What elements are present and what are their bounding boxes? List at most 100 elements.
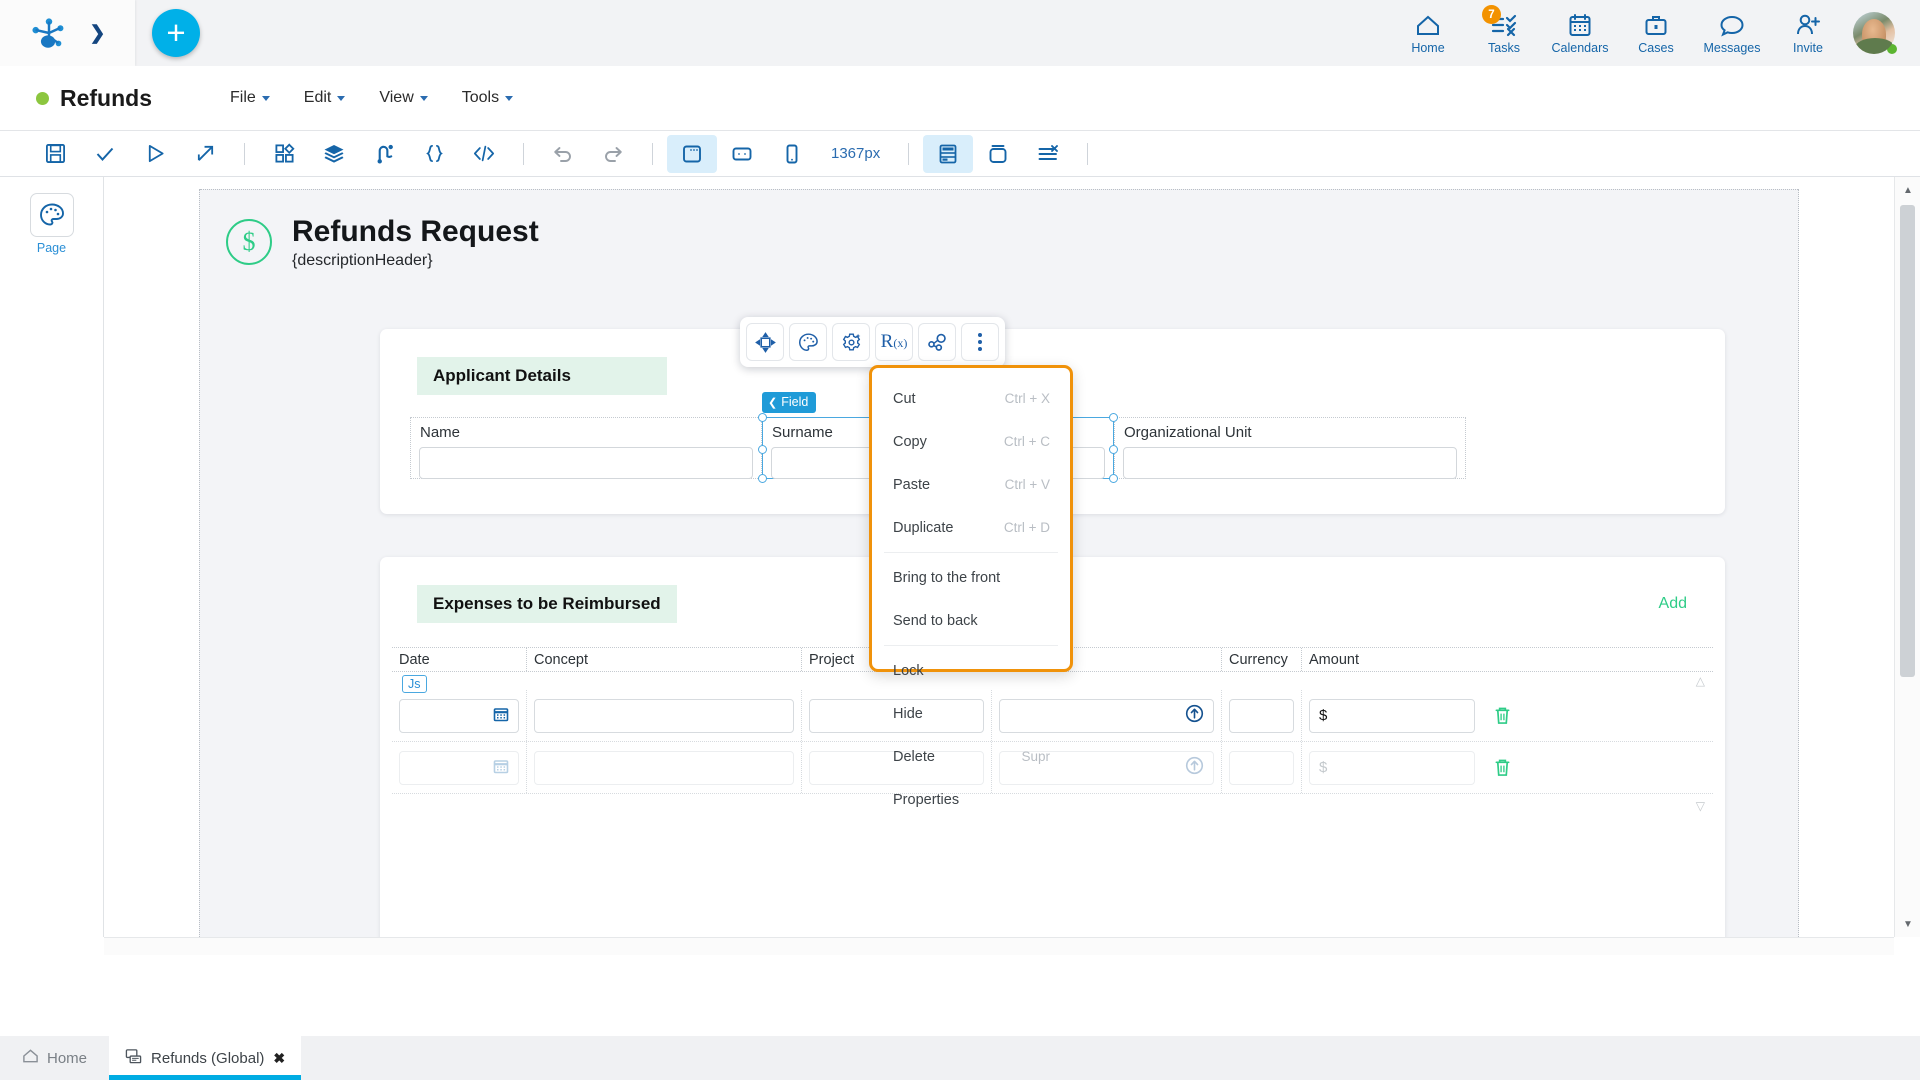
resize-handle-ne[interactable]	[1109, 413, 1118, 422]
move-icon[interactable]	[746, 323, 784, 361]
save-icon[interactable]	[30, 135, 80, 173]
menu-tools[interactable]: Tools	[462, 89, 514, 107]
viewport-width-value[interactable]: 1367px	[817, 145, 894, 162]
context-menu-item-copy[interactable]: Copy Ctrl + C	[872, 420, 1070, 463]
delete-row-button[interactable]	[1482, 690, 1522, 741]
undo-icon[interactable]	[538, 135, 588, 173]
cell-currency[interactable]	[1222, 742, 1302, 793]
resize-handle-e[interactable]	[1109, 445, 1118, 454]
context-menu-item-bring-to-front[interactable]: Bring to the front	[872, 556, 1070, 599]
name-input[interactable]	[419, 447, 753, 479]
gear-sparkle-icon[interactable]	[832, 323, 870, 361]
calendar-small-icon[interactable]	[493, 758, 509, 778]
menu-view[interactable]: View	[379, 89, 428, 107]
delete-row-button[interactable]	[1482, 742, 1522, 793]
amount-input[interactable]: $	[1309, 750, 1475, 785]
upload-circle-icon[interactable]	[1185, 704, 1204, 727]
resize-handle-se[interactable]	[1109, 474, 1118, 483]
js-binding-tag[interactable]: Js	[402, 675, 427, 693]
context-menu: Cut Ctrl + X Copy Ctrl + C Paste Ctrl + …	[869, 365, 1073, 808]
nav-item-calendars[interactable]: Calendars	[1542, 3, 1618, 63]
context-menu-item-cut[interactable]: Cut Ctrl + X	[872, 377, 1070, 420]
form-container-icon[interactable]	[923, 134, 974, 173]
cell-currency[interactable]	[1222, 690, 1302, 741]
nav-label-invite: Invite	[1793, 40, 1823, 55]
concept-input[interactable]	[534, 750, 794, 785]
resize-handle-sw[interactable]	[758, 474, 767, 483]
json-icon[interactable]	[409, 135, 459, 173]
code-icon[interactable]	[459, 135, 509, 173]
vertical-scrollbar[interactable]: ▲ ▼	[1894, 177, 1920, 937]
cell-concept[interactable]	[527, 742, 802, 793]
menu-file-label: File	[230, 89, 256, 106]
add-expense-link[interactable]: Add	[1659, 595, 1687, 613]
layers-icon[interactable]	[309, 135, 359, 173]
taskbar-home-label: Home	[47, 1049, 88, 1067]
container-icon[interactable]	[973, 135, 1023, 173]
deploy-icon[interactable]	[180, 135, 230, 173]
calendar-small-icon[interactable]	[493, 706, 509, 726]
cell-amount[interactable]: $	[1302, 690, 1482, 741]
chevron-right-icon[interactable]: ❯	[90, 22, 106, 45]
context-menu-shortcut: Ctrl + V	[1004, 477, 1050, 492]
expression-icon[interactable]: R(x)	[875, 323, 913, 361]
currency-input[interactable]	[1229, 750, 1294, 785]
context-menu-item-duplicate[interactable]: Duplicate Ctrl + D	[872, 506, 1070, 549]
chevron-up-icon: △	[1695, 674, 1705, 688]
selected-widget-tag[interactable]: ❮ Field	[762, 392, 817, 413]
field-name[interactable]: Name	[410, 417, 762, 479]
nav-item-cases[interactable]: Cases	[1618, 3, 1694, 63]
desktop-preview-icon[interactable]	[667, 134, 717, 173]
widgets-icon[interactable]	[259, 135, 309, 173]
resize-handle-nw[interactable]	[758, 413, 767, 422]
nav-label-tasks: Tasks	[1488, 40, 1520, 55]
nav-item-home[interactable]: Home	[1390, 3, 1466, 63]
connect-icon[interactable]	[918, 323, 956, 361]
horizontal-scrollbar[interactable]	[104, 937, 1894, 955]
avatar[interactable]	[1846, 3, 1902, 63]
context-menu-item-send-to-back[interactable]: Send to back	[872, 599, 1070, 642]
context-menu-item-paste[interactable]: Paste Ctrl + V	[872, 463, 1070, 506]
cell-date[interactable]	[392, 690, 527, 741]
date-input[interactable]	[399, 750, 519, 785]
vertical-scroll-thumb[interactable]	[1900, 205, 1915, 677]
sidebar-item-page[interactable]: Page	[24, 193, 80, 255]
tablet-preview-icon[interactable]	[717, 135, 767, 173]
scroll-down-arrow[interactable]: ▼	[1895, 913, 1920, 935]
resize-handle-w[interactable]	[758, 445, 767, 454]
bonita-logo-icon[interactable]	[30, 14, 68, 52]
align-icon[interactable]	[1023, 135, 1073, 173]
context-menu-item-properties[interactable]: Properties	[872, 778, 1070, 821]
context-menu-item-lock[interactable]: Lock	[872, 649, 1070, 692]
invite-user-icon	[1795, 12, 1821, 38]
org-unit-input[interactable]	[1123, 447, 1457, 479]
mobile-preview-icon[interactable]	[767, 135, 817, 173]
menu-edit[interactable]: Edit	[304, 89, 346, 107]
variables-icon[interactable]	[359, 135, 409, 173]
menu-file[interactable]: File	[230, 89, 270, 107]
more-icon[interactable]	[961, 323, 999, 361]
close-icon[interactable]: ✖	[273, 1050, 285, 1067]
field-organizational-unit[interactable]: Organizational Unit	[1114, 417, 1466, 479]
date-input[interactable]	[399, 698, 519, 733]
amount-input[interactable]: $	[1309, 698, 1475, 733]
taskbar-tab-refunds[interactable]: Refunds (Global) ✖	[109, 1036, 302, 1080]
redo-icon[interactable]	[588, 135, 638, 173]
run-icon[interactable]	[130, 135, 180, 173]
scroll-up-arrow[interactable]: ▲	[1895, 179, 1920, 201]
currency-input[interactable]	[1229, 698, 1294, 733]
context-menu-item-hide[interactable]: Hide	[872, 692, 1070, 735]
palette-icon[interactable]	[789, 323, 827, 361]
cell-amount[interactable]: $	[1302, 742, 1482, 793]
upload-circle-icon[interactable]	[1185, 756, 1204, 779]
context-menu-item-delete[interactable]: Delete Supr	[872, 735, 1070, 778]
cell-date[interactable]	[392, 742, 527, 793]
nav-item-messages[interactable]: Messages	[1694, 3, 1770, 63]
concept-input[interactable]	[534, 698, 794, 733]
cell-concept[interactable]	[527, 690, 802, 741]
validate-icon[interactable]	[80, 135, 130, 173]
add-button[interactable]: +	[152, 9, 200, 57]
nav-item-invite[interactable]: Invite	[1770, 3, 1846, 63]
nav-item-tasks[interactable]: 7 Tasks	[1466, 3, 1542, 63]
taskbar-home-button[interactable]: Home	[0, 1036, 109, 1080]
